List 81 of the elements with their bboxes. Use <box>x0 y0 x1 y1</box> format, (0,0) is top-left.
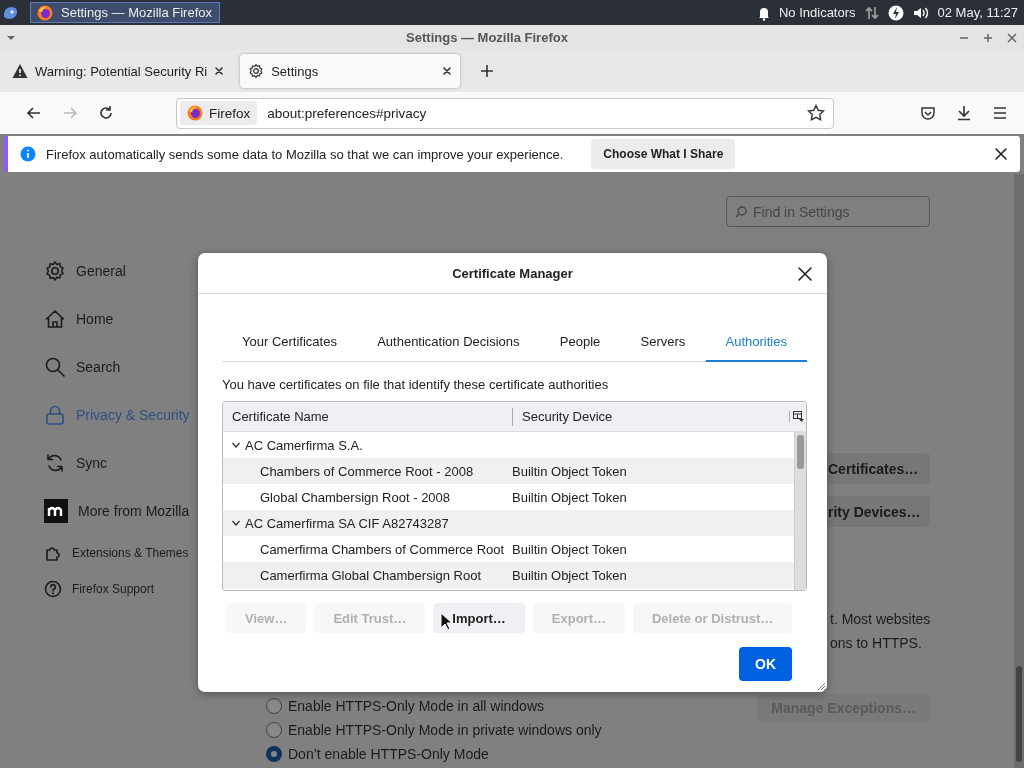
mouse-cursor-icon <box>440 612 452 631</box>
network-arrows-icon <box>863 4 880 21</box>
sidebar-link[interactable]: Firefox Support <box>44 571 155 607</box>
tree-cell[interactable]: AC Camerfirma S.A. <box>245 437 363 453</box>
close-icon[interactable] <box>797 266 813 282</box>
home-icon <box>44 308 66 330</box>
info-icon <box>20 146 36 162</box>
gear-icon <box>248 63 265 79</box>
address-bar[interactable]: Firefox about:preferences#privacy <box>176 97 834 129</box>
power-icon <box>887 4 904 21</box>
dialog-tab[interactable]: Your Certificates <box>222 324 357 362</box>
taskbar-button[interactable]: Settings — Mozilla Firefox <box>30 2 220 23</box>
column-header[interactable]: Security Device <box>513 409 789 424</box>
back-arrow-icon[interactable] <box>26 105 42 121</box>
pocket-icon[interactable] <box>920 105 936 121</box>
sidebar-item[interactable]: Sync <box>44 439 108 487</box>
ok-button[interactable]: OK <box>739 647 792 681</box>
tree-cell[interactable]: Chambers of Commerce Root - 2008 <box>223 463 512 479</box>
settings-button[interactable]: rity Devices… <box>827 496 930 527</box>
search-icon <box>44 356 66 378</box>
new-tab-icon[interactable] <box>480 64 495 78</box>
radio-option[interactable]: Enable HTTPS-Only Mode in all windows <box>266 694 602 718</box>
description-text: t. Most websites <box>830 610 930 629</box>
close-icon[interactable] <box>994 147 1008 161</box>
help-icon <box>44 580 62 598</box>
close-tab-icon[interactable] <box>442 66 453 76</box>
resize-grip-icon <box>816 681 826 691</box>
tree-cell[interactable]: Builtin Object Token <box>512 489 627 505</box>
chevron-icon[interactable] <box>231 440 241 450</box>
choose-share-button[interactable]: Choose What I Share <box>591 139 736 169</box>
sidebar-item[interactable]: Home <box>44 295 114 343</box>
dialog-tab[interactable]: Authorities <box>705 324 807 362</box>
lock-icon <box>44 404 66 426</box>
puzzle-piece-icon <box>44 544 62 562</box>
settings-button[interactable]: Certificates… <box>827 453 930 484</box>
column-header[interactable]: Certificate Name <box>223 407 513 426</box>
scrollbar[interactable] <box>1014 174 1024 768</box>
dialog-tab[interactable]: Authentication Decisions <box>357 324 540 362</box>
gear-icon <box>44 260 66 282</box>
tree-cell[interactable]: Camerfirma Chambers of Commerce Root <box>223 541 512 557</box>
star-icon[interactable] <box>807 104 825 122</box>
tree-cell[interactable]: Camerfirma Global Chambersign Root <box>223 567 512 583</box>
sidebar-link[interactable]: Extensions & Themes <box>44 535 189 571</box>
tree-cell[interactable]: Global Chambersign Root - 2008 <box>223 489 512 505</box>
search-icon <box>735 205 747 218</box>
dialog-title: Certificate Manager <box>452 265 573 281</box>
tree-cell[interactable]: Builtin Object Token <box>512 463 627 479</box>
browser-tab[interactable]: Warning: Potential Security Ri <box>4 54 233 88</box>
column-picker-icon[interactable] <box>793 411 804 422</box>
warning-icon <box>12 63 28 79</box>
identity-button[interactable]: Firefox <box>180 101 258 125</box>
url-text: about:preferences#privacy <box>267 105 428 121</box>
radio-option[interactable]: Enable HTTPS-Only Mode in private windows only <box>266 718 602 742</box>
notification-text: Firefox automatically sends some data to Mozilla so that we can improve your experience. <box>46 146 564 162</box>
dialog-description: You have certificates on file that identify these certificate authorities <box>222 377 610 392</box>
sidebar-item[interactable]: Search <box>44 343 121 391</box>
firefox-logo-icon <box>187 105 203 121</box>
maximize-icon[interactable] <box>982 31 994 44</box>
indicator-label: No Indicators <box>778 5 856 20</box>
sync-icon <box>44 452 66 474</box>
chevron-icon[interactable] <box>231 518 241 528</box>
browser-tab[interactable]: Settings <box>240 54 461 88</box>
reload-icon[interactable] <box>98 105 114 121</box>
radio-option[interactable]: Don’t enable HTTPS-Only Mode <box>266 742 602 766</box>
search-placeholder: Find in Settings <box>753 203 850 220</box>
window-title: Settings — Mozilla Firefox <box>405 30 569 45</box>
close-tab-icon[interactable] <box>214 66 225 76</box>
menu-icon[interactable] <box>992 105 1008 121</box>
tree-cell[interactable]: Builtin Object Token <box>512 567 627 583</box>
square-logo-icon <box>44 499 68 523</box>
dialog-tab[interactable]: Servers <box>620 324 706 362</box>
sidebar-item[interactable]: General <box>44 247 126 295</box>
dialog-button[interactable]: Import… <box>433 603 525 633</box>
clock: 02 May, 11:27 <box>937 5 1018 20</box>
description-text: ons to HTTPS. <box>830 634 923 653</box>
dialog-tab[interactable]: People <box>539 324 621 362</box>
tree-cell[interactable]: Builtin Object Token <box>512 541 627 557</box>
download-icon[interactable] <box>956 105 972 121</box>
scrollbar[interactable] <box>794 432 806 590</box>
sidebar-item[interactable]: More from Mozilla <box>44 487 190 535</box>
firefox-logo-icon <box>37 4 53 21</box>
